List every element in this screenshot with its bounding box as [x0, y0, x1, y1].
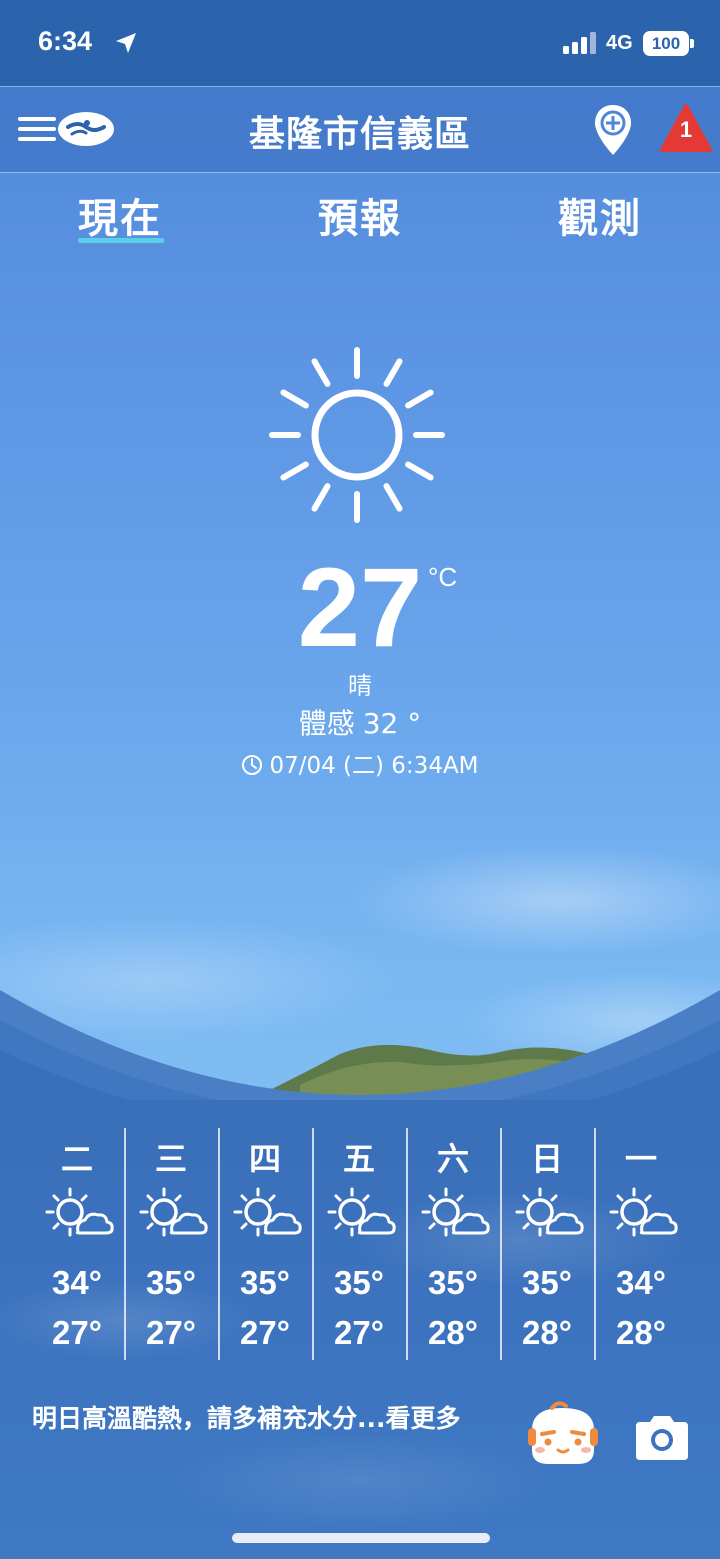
weather-tip-link[interactable]: 明日高溫酷熱，請多補充水分...看更多 [32, 1402, 512, 1436]
sunny-cloudy-icon [512, 1186, 584, 1246]
observation-time: 07/04 (二) 6:34AM [180, 746, 540, 780]
day-high-temp: 35° [522, 1264, 572, 1301]
tab-now[interactable]: 現在 [40, 186, 200, 244]
day-high-temp: 34° [616, 1264, 666, 1301]
battery-level: 100 [643, 31, 689, 56]
home-indicator[interactable] [232, 1533, 490, 1543]
day-low-temp: 27° [146, 1314, 196, 1351]
location-arrow-icon [116, 33, 136, 53]
day-high-temp: 35° [428, 1264, 478, 1301]
day-high-temp: 35° [334, 1264, 384, 1301]
temperature-unit: °C [428, 562, 458, 592]
sunny-cloudy-icon [42, 1186, 114, 1246]
forecast-day[interactable]: 五 35° 27° [312, 1128, 406, 1360]
day-name: 六 [436, 1140, 469, 1178]
alert-count-badge: 1 [679, 117, 693, 142]
cellular-signal-icon [563, 32, 596, 54]
alert-button[interactable]: 1 [660, 103, 712, 153]
menu-button[interactable] [16, 109, 116, 149]
forecast-day[interactable]: 日 35° 28° [500, 1128, 594, 1360]
sunny-cloudy-icon [230, 1186, 302, 1246]
day-high-temp: 35° [240, 1264, 290, 1301]
cwa-logo-icon [58, 112, 114, 146]
day-low-temp: 27° [240, 1314, 290, 1351]
sun-icon [269, 347, 445, 523]
day-low-temp: 27° [52, 1314, 102, 1351]
day-name: 一 [624, 1140, 657, 1178]
day-name: 三 [154, 1140, 187, 1178]
feels-like-label: 體感 [298, 707, 355, 740]
camera-icon [636, 1416, 688, 1460]
day-name: 四 [248, 1140, 281, 1178]
status-bar: 6:34 4G 100 [0, 0, 720, 86]
add-location-pin-icon [595, 105, 631, 155]
day-low-temp: 28° [616, 1314, 666, 1351]
sunny-cloudy-icon [418, 1186, 490, 1246]
network-type: 4G [606, 32, 633, 54]
observation-time-text: 07/04 (二) 6:34AM [269, 753, 479, 779]
day-high-temp: 34° [52, 1264, 102, 1301]
camera-button[interactable] [632, 1412, 692, 1464]
day-low-temp: 27° [334, 1314, 384, 1351]
day-name: 日 [530, 1140, 563, 1178]
day-low-temp: 28° [522, 1314, 572, 1351]
hamburger-menu-icon [18, 117, 56, 141]
status-time: 6:34 [38, 26, 93, 56]
add-location-button[interactable] [592, 103, 634, 157]
forecast-day[interactable]: 三 35° 27° [124, 1128, 218, 1360]
current-temperature: 27 [297, 545, 423, 670]
weather-condition: 晴 [348, 672, 372, 700]
app-header: 基隆市信義區 1 [0, 86, 720, 173]
tab-forecast[interactable]: 預報 [280, 186, 440, 244]
active-tab-indicator [78, 238, 164, 243]
sunny-cloudy-icon [136, 1186, 208, 1246]
tab-observation[interactable]: 觀測 [520, 186, 680, 244]
day-low-temp: 28° [428, 1314, 478, 1351]
day-high-temp: 35° [146, 1264, 196, 1301]
forecast-day[interactable]: 二 34° 27° [30, 1128, 124, 1360]
weekly-forecast[interactable]: 二 34° 27° 三 35° 27° 四 35° 27° 五 35° 27° … [30, 1128, 690, 1360]
day-name: 二 [60, 1140, 93, 1178]
sunny-cloudy-icon [606, 1186, 678, 1246]
location-title[interactable]: 基隆市信義區 [160, 105, 560, 157]
assistant-button[interactable] [522, 1400, 604, 1470]
mascot-assistant-icon [528, 1401, 598, 1464]
feels-like: 體感 32 ° [210, 702, 510, 742]
sunny-cloudy-icon [324, 1186, 396, 1246]
forecast-day[interactable]: 一 34° 28° [594, 1128, 688, 1360]
forecast-day[interactable]: 六 35° 28° [406, 1128, 500, 1360]
clock-icon [242, 755, 263, 775]
forecast-day[interactable]: 四 35° 27° [218, 1128, 312, 1360]
feels-like-value: 32 ° [362, 707, 422, 740]
day-name: 五 [342, 1140, 375, 1178]
battery-tip [690, 39, 694, 48]
tab-bar: 現在 預報 觀測 [0, 186, 720, 248]
